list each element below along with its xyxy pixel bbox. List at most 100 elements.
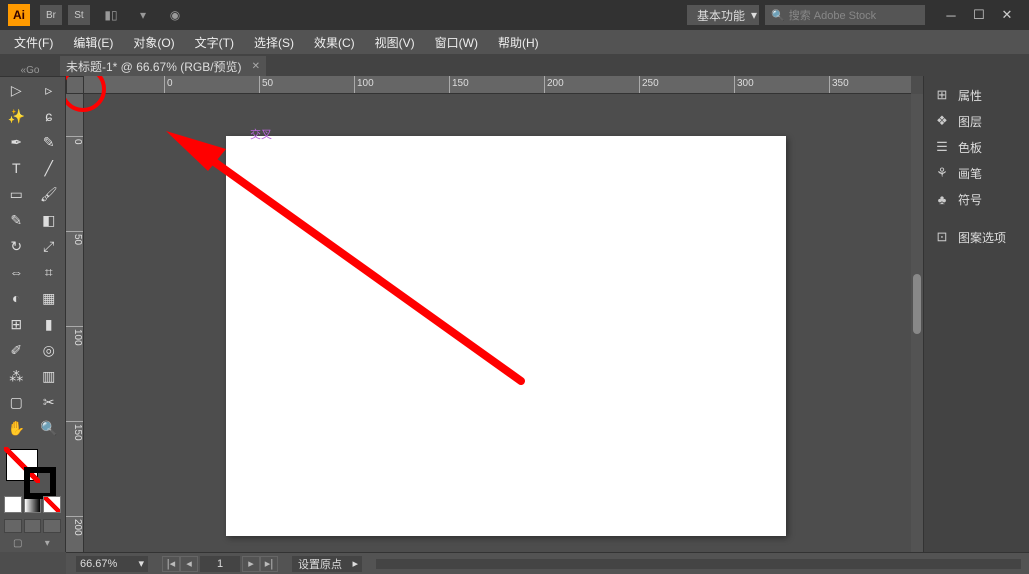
statusbar: 66.67%▾ |◂ ◂ 1 ▸ ▸| 设置原点 bbox=[66, 552, 1029, 574]
menu-select[interactable]: 选择(S) bbox=[244, 30, 304, 54]
prev-artboard-button[interactable]: ◂ bbox=[180, 556, 198, 572]
ruler-tick: 150 bbox=[66, 421, 83, 441]
menubar: 文件(F) 编辑(E) 对象(O) 文字(T) 选择(S) 效果(C) 视图(V… bbox=[0, 30, 1029, 54]
zoom-tool[interactable]: 🔍 bbox=[33, 415, 66, 441]
panel-layers[interactable]: ❖图层 bbox=[924, 108, 1029, 134]
panel-swatches[interactable]: ☰色板 bbox=[924, 134, 1029, 160]
blend-tool[interactable]: ◎ bbox=[33, 337, 66, 363]
stroke-swatch[interactable] bbox=[24, 467, 56, 499]
symbol-sprayer-tool[interactable]: ⁂ bbox=[0, 363, 33, 389]
layout-icon[interactable]: ▮▯ bbox=[100, 5, 122, 25]
menu-view[interactable]: 视图(V) bbox=[365, 30, 425, 54]
stock-search[interactable]: 🔍 搜索 Adobe Stock bbox=[765, 5, 925, 25]
menu-object[interactable]: 对象(O) bbox=[123, 30, 184, 54]
artboard-tool[interactable]: ▢ bbox=[0, 389, 33, 415]
workspace-select[interactable]: 基本功能 bbox=[687, 5, 759, 25]
shape-builder-tool[interactable]: ◐ bbox=[0, 285, 33, 311]
menu-window[interactable]: 窗口(W) bbox=[425, 30, 488, 54]
menu-type[interactable]: 文字(T) bbox=[185, 30, 244, 54]
menu-edit[interactable]: 编辑(E) bbox=[63, 30, 123, 54]
scrollbar-thumb[interactable] bbox=[913, 274, 921, 334]
horizontal-scrollbar[interactable] bbox=[376, 559, 1021, 569]
app-logo: Ai bbox=[8, 4, 30, 26]
minimize-button[interactable]: ─ bbox=[937, 5, 965, 25]
screen-mode-dropdown[interactable]: ▾ bbox=[34, 537, 62, 550]
panel-properties[interactable]: ⊞属性 bbox=[924, 82, 1029, 108]
first-artboard-button[interactable]: |◂ bbox=[162, 556, 180, 572]
ruler-tick: 200 bbox=[544, 76, 564, 93]
draw-modes bbox=[0, 517, 65, 534]
gpu-icon[interactable]: ◉ bbox=[164, 5, 186, 25]
menu-help[interactable]: 帮助(H) bbox=[488, 30, 549, 54]
gradient-tool[interactable]: ▮ bbox=[33, 311, 66, 337]
search-placeholder: 搜索 Adobe Stock bbox=[789, 7, 876, 23]
menu-file[interactable]: 文件(F) bbox=[4, 30, 63, 54]
fill-stroke-control[interactable] bbox=[0, 445, 65, 496]
stock-button[interactable]: St bbox=[68, 5, 90, 25]
shaper-tool[interactable]: ✎ bbox=[0, 207, 33, 233]
status-combo[interactable]: 设置原点 bbox=[292, 556, 362, 572]
window-controls: ─ ☐ ✕ bbox=[937, 5, 1021, 25]
brushes-icon: ⚘ bbox=[934, 165, 950, 181]
last-artboard-button[interactable]: ▸| bbox=[260, 556, 278, 572]
curvature-tool[interactable]: ✎ bbox=[33, 129, 66, 155]
layers-icon: ❖ bbox=[934, 113, 950, 129]
slice-tool[interactable]: ✂ bbox=[33, 389, 66, 415]
eraser-tool[interactable]: ◧ bbox=[33, 207, 66, 233]
ruler-vertical[interactable]: 0 50 100 150 200 bbox=[66, 94, 84, 552]
canvas-area: 0 50 100 150 200 250 300 350 0 50 100 15… bbox=[66, 76, 923, 552]
panel-symbols[interactable]: ♣符号 bbox=[924, 186, 1029, 212]
magic-wand-tool[interactable]: ✨ bbox=[0, 103, 33, 129]
hand-tool[interactable]: ✋ bbox=[0, 415, 33, 441]
ruler-horizontal[interactable]: 0 50 100 150 200 250 300 350 bbox=[84, 76, 911, 94]
none-mode[interactable] bbox=[43, 496, 61, 513]
direct-selection-tool[interactable]: ▹ bbox=[33, 77, 66, 103]
panel-brushes[interactable]: ⚘画笔 bbox=[924, 160, 1029, 186]
titlebar: Ai Br St ▮▯ ▾ ◉ 基本功能 🔍 搜索 Adobe Stock ─ … bbox=[0, 0, 1029, 30]
tab-close-icon[interactable]: ✕ bbox=[252, 61, 260, 72]
dropdown-icon[interactable]: ▾ bbox=[132, 5, 154, 25]
ruler-tick: 200 bbox=[66, 516, 83, 536]
mesh-tool[interactable]: ⊞ bbox=[0, 311, 33, 337]
ruler-origin[interactable] bbox=[66, 76, 84, 94]
rectangle-tool[interactable]: ▭ bbox=[0, 181, 33, 207]
ruler-tick: 50 bbox=[259, 76, 273, 93]
next-artboard-button[interactable]: ▸ bbox=[242, 556, 260, 572]
width-tool[interactable]: ⇔ bbox=[0, 259, 33, 285]
tab-navigate[interactable]: « Go bbox=[0, 65, 60, 76]
rotate-tool[interactable]: ↻ bbox=[0, 233, 33, 259]
paintbrush-tool[interactable]: 🖌 bbox=[33, 181, 66, 207]
ruler-tick: 350 bbox=[829, 76, 849, 93]
artboard-navigator: |◂ ◂ 1 ▸ ▸| bbox=[162, 556, 278, 572]
ruler-tick: 150 bbox=[449, 76, 469, 93]
draw-inside[interactable] bbox=[43, 519, 61, 532]
menu-effect[interactable]: 效果(C) bbox=[304, 30, 365, 54]
selection-tool[interactable]: ▷ bbox=[0, 77, 33, 103]
lasso-tool[interactable]: ɕ bbox=[33, 103, 66, 129]
maximize-button[interactable]: ☐ bbox=[965, 5, 993, 25]
document-tab[interactable]: 未标题-1* @ 66.67% (RGB/预览) ✕ bbox=[60, 56, 266, 76]
ruler-tick: 300 bbox=[734, 76, 754, 93]
draw-normal[interactable] bbox=[4, 519, 22, 532]
eyedropper-tool[interactable]: ✐ bbox=[0, 337, 33, 363]
swatches-icon: ☰ bbox=[934, 139, 950, 155]
type-tool[interactable]: T bbox=[0, 155, 33, 181]
color-mode[interactable] bbox=[4, 496, 22, 513]
artboard-number[interactable]: 1 bbox=[200, 556, 240, 572]
screen-mode-button[interactable]: ▢ bbox=[4, 537, 32, 550]
draw-behind[interactable] bbox=[24, 519, 42, 532]
free-transform-tool[interactable]: ⌗ bbox=[33, 259, 66, 285]
panel-pattern-options[interactable]: ⊡图案选项 bbox=[924, 224, 1029, 250]
vertical-scrollbar[interactable] bbox=[911, 94, 923, 552]
bridge-button[interactable]: Br bbox=[40, 5, 62, 25]
close-button[interactable]: ✕ bbox=[993, 5, 1021, 25]
scale-tool[interactable]: ⤢ bbox=[33, 233, 66, 259]
line-tool[interactable]: ╱ bbox=[33, 155, 66, 181]
zoom-select[interactable]: 66.67%▾ bbox=[76, 556, 148, 572]
pen-tool[interactable]: ✒ bbox=[0, 129, 33, 155]
graph-tool[interactable]: ▥ bbox=[33, 363, 66, 389]
ruler-tick: 100 bbox=[354, 76, 374, 93]
ruler-tick: 100 bbox=[66, 326, 83, 346]
perspective-tool[interactable]: ▦ bbox=[33, 285, 66, 311]
artboard[interactable] bbox=[226, 136, 786, 536]
